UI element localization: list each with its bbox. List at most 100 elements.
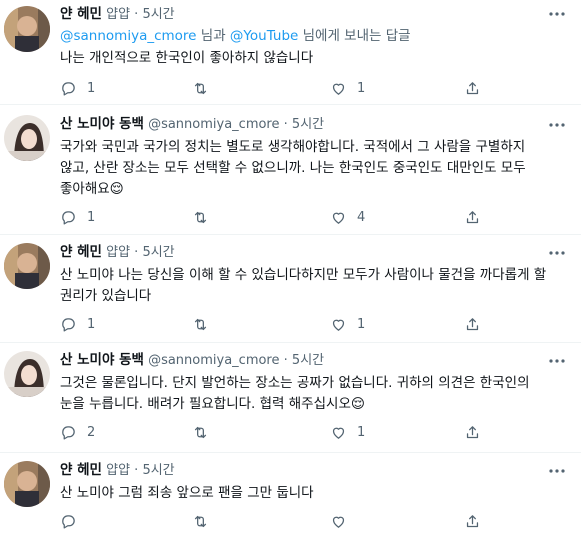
timestamp[interactable]: 5시간 xyxy=(292,117,324,132)
avatar[interactable] xyxy=(4,6,50,52)
like-button[interactable]: 1 xyxy=(330,314,365,334)
reply-icon xyxy=(62,210,75,225)
share-icon xyxy=(466,514,479,527)
tweet[interactable]: 산 노미야 동백 @sannomiya_cmore · 5시간 그것은 물론입니… xyxy=(0,343,581,453)
share-button[interactable] xyxy=(464,422,481,442)
tweet-header: 얀 헤민 얍얍 · 5시간 xyxy=(60,5,551,24)
retweet-button[interactable] xyxy=(192,207,219,227)
handle[interactable]: 얍얍 xyxy=(106,245,130,260)
share-button[interactable] xyxy=(464,207,481,227)
reply-to-text: 님과 xyxy=(196,28,230,44)
tweet-header: 산 노미야 동백 @sannomiya_cmore · 5시간 xyxy=(60,351,551,370)
display-name[interactable]: 산 노미야 동백 xyxy=(60,116,144,132)
tweet-header: 얀 헤민 얍얍 · 5시간 xyxy=(60,243,551,262)
reply-button[interactable]: 1 xyxy=(60,314,95,334)
reply-to-line: @sannomiya_cmore 님과 @YouTube 님에게 보내는 답글 xyxy=(60,27,551,45)
tweet-text: 산 노미야 나는 당신을 이해 할 수 있습니다하지만 모두가 사람이나 물건을… xyxy=(60,267,547,304)
separator: · xyxy=(134,7,139,22)
tweet-actions xyxy=(60,511,540,531)
heart-icon xyxy=(332,83,345,95)
more-icon[interactable] xyxy=(547,463,567,477)
timestamp[interactable]: 5시간 xyxy=(142,463,174,478)
share-button[interactable] xyxy=(464,314,481,334)
like-button[interactable]: 1 xyxy=(330,422,365,442)
share-icon xyxy=(466,210,479,223)
avatar[interactable] xyxy=(4,461,50,507)
separator: · xyxy=(283,353,288,368)
tweet-text: 산 노미야 그럼 죄송 앞으로 팬을 그만 둡니다 xyxy=(60,485,314,501)
tweet[interactable]: 얀 헤민 얍얍 · 5시간 산 노미야 나는 당신을 이해 할 수 있습니다하지… xyxy=(0,235,581,343)
like-button[interactable]: 1 xyxy=(330,78,365,98)
reply-count: 2 xyxy=(87,424,96,440)
share-button[interactable] xyxy=(464,511,481,531)
separator: · xyxy=(283,117,288,132)
retweet-button[interactable] xyxy=(192,314,219,334)
retweet-icon xyxy=(194,426,207,438)
tweet-text: 나는 개인적으로 한국인이 좋아하지 않습니다 xyxy=(60,50,314,66)
display-name[interactable]: 얀 헤민 xyxy=(60,6,102,22)
reply-button[interactable] xyxy=(60,511,87,531)
handle[interactable]: @sannomiya_cmore xyxy=(148,353,279,368)
reply-button[interactable]: 2 xyxy=(60,422,95,442)
more-icon[interactable] xyxy=(547,245,567,259)
tweet[interactable]: 얀 헤민 얍얍 · 5시간 산 노미야 그럼 죄송 앞으로 팬을 그만 둡니다 xyxy=(0,453,581,537)
more-icon[interactable] xyxy=(547,6,567,20)
timestamp[interactable]: 5시간 xyxy=(142,245,174,260)
avatar[interactable] xyxy=(4,243,50,289)
mention-link[interactable]: @YouTube xyxy=(230,28,298,44)
like-count: 1 xyxy=(357,80,366,96)
tweet-text: 국가와 국민과 국가의 정치는 별도로 생각해야합니다. 국적에서 그 사람을 … xyxy=(60,139,526,197)
reply-button[interactable]: 1 xyxy=(60,78,95,98)
tweet[interactable]: 산 노미야 동백 @sannomiya_cmore · 5시간 국가와 국민과 … xyxy=(0,105,581,235)
handle[interactable]: @sannomiya_cmore xyxy=(148,117,279,132)
avatar[interactable] xyxy=(4,351,50,397)
share-button[interactable] xyxy=(464,78,481,98)
reply-icon xyxy=(62,514,75,529)
handle[interactable]: 얍얍 xyxy=(106,463,130,478)
like-count: 1 xyxy=(357,316,366,332)
tweet-header: 얀 헤민 얍얍 · 5시간 xyxy=(60,461,551,480)
share-icon xyxy=(466,425,479,438)
like-count: 4 xyxy=(357,209,366,225)
heart-icon xyxy=(332,319,345,331)
retweet-icon xyxy=(194,82,207,94)
retweet-button[interactable] xyxy=(192,511,219,531)
retweet-button[interactable] xyxy=(192,78,219,98)
tweet-actions: 1 1 xyxy=(60,314,540,334)
heart-icon xyxy=(332,516,345,528)
more-icon[interactable] xyxy=(547,117,567,131)
reply-icon xyxy=(62,81,75,96)
reply-icon xyxy=(62,317,75,332)
retweet-icon xyxy=(194,211,207,223)
timestamp[interactable]: 5시간 xyxy=(142,7,174,22)
tweet-thread: 얀 헤민 얍얍 · 5시간 @sannomiya_cmore 님과 @YouTu… xyxy=(0,0,581,537)
reply-count: 1 xyxy=(87,80,96,96)
heart-icon xyxy=(332,212,345,224)
reply-count: 1 xyxy=(87,316,96,332)
display-name[interactable]: 얀 헤민 xyxy=(60,244,102,260)
reply-button[interactable]: 1 xyxy=(60,207,95,227)
handle[interactable]: 얍얍 xyxy=(106,7,130,22)
tweet-actions: 1 1 xyxy=(60,78,540,98)
reply-to-text: 님에게 보내는 답글 xyxy=(298,28,411,44)
like-button[interactable]: 4 xyxy=(330,207,365,227)
reply-icon xyxy=(62,425,75,440)
tweet-actions: 1 4 xyxy=(60,207,540,227)
tweet-actions: 2 1 xyxy=(60,422,540,442)
retweet-icon xyxy=(194,515,207,527)
like-button[interactable] xyxy=(330,511,357,531)
timestamp[interactable]: 5시간 xyxy=(292,353,324,368)
tweet-header: 산 노미야 동백 @sannomiya_cmore · 5시간 xyxy=(60,115,551,134)
display-name[interactable]: 얀 헤민 xyxy=(60,462,102,478)
tweet-text: 그것은 물론입니다. 단지 발언하는 장소는 공짜가 없습니다. 귀하의 의견은… xyxy=(60,375,530,412)
reply-count: 1 xyxy=(87,209,96,225)
avatar[interactable] xyxy=(4,115,50,161)
display-name[interactable]: 산 노미야 동백 xyxy=(60,352,144,368)
separator: · xyxy=(134,245,139,260)
tweet[interactable]: 얀 헤민 얍얍 · 5시간 @sannomiya_cmore 님과 @YouTu… xyxy=(0,0,581,105)
share-icon xyxy=(466,317,479,330)
separator: · xyxy=(134,463,139,478)
retweet-button[interactable] xyxy=(192,422,219,442)
more-icon[interactable] xyxy=(547,353,567,367)
mention-link[interactable]: @sannomiya_cmore xyxy=(60,28,196,44)
